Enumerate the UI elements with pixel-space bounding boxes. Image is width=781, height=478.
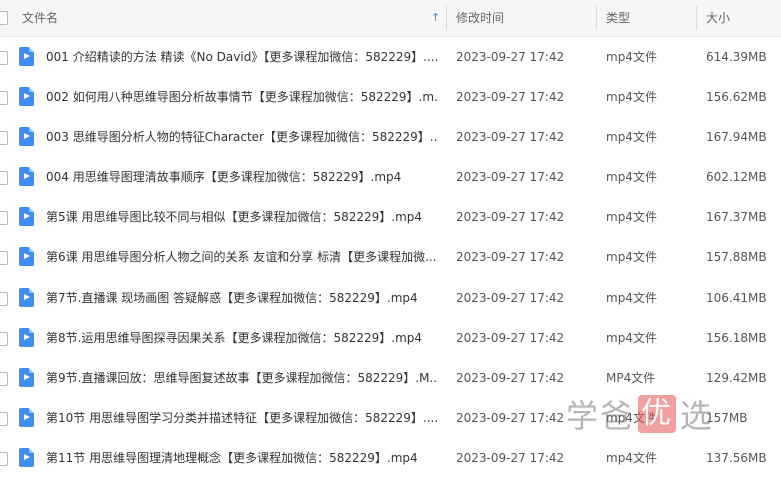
file-row[interactable]: 001 介绍精读的方法 精读《No David》【更多课程加微信：582229】… <box>0 37 781 77</box>
file-modified-time: 2023-09-27 17:42 <box>456 90 565 105</box>
file-modified-time: 2023-09-27 17:42 <box>456 410 565 425</box>
column-divider[interactable] <box>446 6 447 30</box>
file-name[interactable]: 004 用思维导图理清故事顺序【更多课程加微信：582229】.mp4 <box>46 157 438 197</box>
file-size: 167.94MB <box>706 130 767 145</box>
file-name[interactable]: 第11节 用思维导图理清地理概念【更多课程加微信：582229】.mp4 <box>46 438 438 478</box>
file-name[interactable]: 第6课 用思维导图分析人物之间的关系 友谊和分享 标清【更多课程加微... <box>46 237 438 277</box>
file-list: 001 介绍精读的方法 精读《No David》【更多课程加微信：582229】… <box>0 37 781 478</box>
row-checkbox[interactable] <box>0 171 8 186</box>
file-modified-time: 2023-09-27 17:42 <box>456 210 565 225</box>
row-checkbox[interactable] <box>0 251 8 266</box>
file-modified-time: 2023-09-27 17:42 <box>456 250 565 265</box>
file-row[interactable]: 第10节 用思维导图学习分类并描述特征【更多课程加微信：582229】.... … <box>0 398 781 438</box>
file-modified-time: 2023-09-27 17:42 <box>456 330 565 345</box>
file-type: mp4文件 <box>606 50 657 64</box>
column-name[interactable]: 文件名 <box>22 0 58 36</box>
row-checkbox[interactable] <box>0 451 8 466</box>
file-modified-time: 2023-09-27 17:42 <box>456 130 565 145</box>
row-checkbox[interactable] <box>0 131 8 146</box>
file-modified-time: 2023-09-27 17:42 <box>456 170 565 185</box>
video-file-icon <box>19 87 34 107</box>
file-modified-time: 2023-09-27 17:42 <box>456 450 565 465</box>
file-row[interactable]: 002 如何用八种思维导图分析故事情节【更多课程加微信：582229】.m...… <box>0 77 781 117</box>
file-name[interactable]: 第5课 用思维导图比较不同与相似【更多课程加微信：582229】.mp4 <box>46 197 438 237</box>
file-modified-time: 2023-09-27 17:42 <box>456 290 565 305</box>
row-checkbox[interactable] <box>0 51 8 65</box>
row-checkbox[interactable] <box>0 211 8 226</box>
video-file-icon <box>19 367 34 387</box>
file-size: 157.88MB <box>706 250 767 265</box>
select-all-checkbox[interactable] <box>0 11 8 25</box>
video-file-icon <box>19 167 34 187</box>
column-type[interactable]: 类型 <box>606 0 630 36</box>
file-size: 156.18MB <box>706 330 767 345</box>
file-modified-time: 2023-09-27 17:42 <box>456 370 565 385</box>
file-name[interactable]: 第8节.运用思维导图探寻因果关系【更多课程加微信：582229】.mp4 <box>46 318 438 358</box>
file-name[interactable]: 003 思维导图分析人物的特征Character【更多课程加微信：582229】… <box>46 117 438 157</box>
video-file-icon <box>19 407 34 427</box>
file-type: mp4文件 <box>606 90 657 105</box>
file-name[interactable]: 第9节.直播课回放：思维导图复述故事【更多课程加微信：582229】.M... <box>46 358 438 398</box>
file-size: 614.39MB <box>706 50 767 64</box>
file-row[interactable]: 004 用思维导图理清故事顺序【更多课程加微信：582229】.mp4 2023… <box>0 157 781 197</box>
file-row[interactable]: 第9节.直播课回放：思维导图复述故事【更多课程加微信：582229】.M... … <box>0 358 781 398</box>
file-type: mp4文件 <box>606 170 657 185</box>
file-type: mp4文件 <box>606 250 657 265</box>
column-divider[interactable] <box>596 6 597 30</box>
row-checkbox[interactable] <box>0 411 8 426</box>
file-type: mp4文件 <box>606 130 657 145</box>
file-name[interactable]: 002 如何用八种思维导图分析故事情节【更多课程加微信：582229】.m... <box>46 77 438 117</box>
file-size: 129.42MB <box>706 370 767 385</box>
file-row[interactable]: 第11节 用思维导图理清地理概念【更多课程加微信：582229】.mp4 202… <box>0 438 781 478</box>
row-checkbox[interactable] <box>0 331 8 346</box>
file-type: mp4文件 <box>606 330 657 345</box>
file-name[interactable]: 001 介绍精读的方法 精读《No David》【更多课程加微信：582229】… <box>46 37 438 77</box>
file-row[interactable]: 第6课 用思维导图分析人物之间的关系 友谊和分享 标清【更多课程加微... 20… <box>0 237 781 277</box>
video-file-icon <box>19 447 34 467</box>
file-type: mp4文件 <box>606 290 657 305</box>
file-type: MP4文件 <box>606 370 656 385</box>
column-divider[interactable] <box>696 6 697 30</box>
file-type: mp4文件 <box>606 210 657 225</box>
file-name[interactable]: 第7节.直播课 现场画图 答疑解惑【更多课程加微信：582229】.mp4 <box>46 278 438 318</box>
file-size: 156.62MB <box>706 90 767 105</box>
sort-ascending-icon[interactable]: ↑ <box>431 0 440 36</box>
file-row[interactable]: 第7节.直播课 现场画图 答疑解惑【更多课程加微信：582229】.mp4 20… <box>0 278 781 318</box>
row-checkbox[interactable] <box>0 371 8 386</box>
row-checkbox[interactable] <box>0 91 8 106</box>
file-size: 157MB <box>706 410 748 425</box>
file-type: mp4文件 <box>606 410 657 425</box>
file-row[interactable]: 第5课 用思维导图比较不同与相似【更多课程加微信：582229】.mp4 202… <box>0 197 781 237</box>
video-file-icon <box>19 47 34 66</box>
file-row[interactable]: 003 思维导图分析人物的特征Character【更多课程加微信：582229】… <box>0 117 781 157</box>
row-checkbox[interactable] <box>0 291 8 306</box>
video-file-icon <box>19 287 34 307</box>
column-header: 文件名 ↑ 修改时间 类型 大小 <box>0 0 781 37</box>
file-type: mp4文件 <box>606 450 657 465</box>
file-name[interactable]: 第10节 用思维导图学习分类并描述特征【更多课程加微信：582229】.... <box>46 398 438 438</box>
file-size: 137.56MB <box>706 450 767 465</box>
file-size: 167.37MB <box>706 210 767 225</box>
video-file-icon <box>19 127 34 147</box>
video-file-icon <box>19 207 34 227</box>
column-time[interactable]: 修改时间 <box>456 0 504 36</box>
file-modified-time: 2023-09-27 17:42 <box>456 50 565 64</box>
column-size[interactable]: 大小 <box>706 0 730 36</box>
file-size: 602.12MB <box>706 170 767 185</box>
file-row[interactable]: 第8节.运用思维导图探寻因果关系【更多课程加微信：582229】.mp4 202… <box>0 318 781 358</box>
file-size: 106.41MB <box>706 290 767 305</box>
video-file-icon <box>19 327 34 347</box>
video-file-icon <box>19 247 34 267</box>
